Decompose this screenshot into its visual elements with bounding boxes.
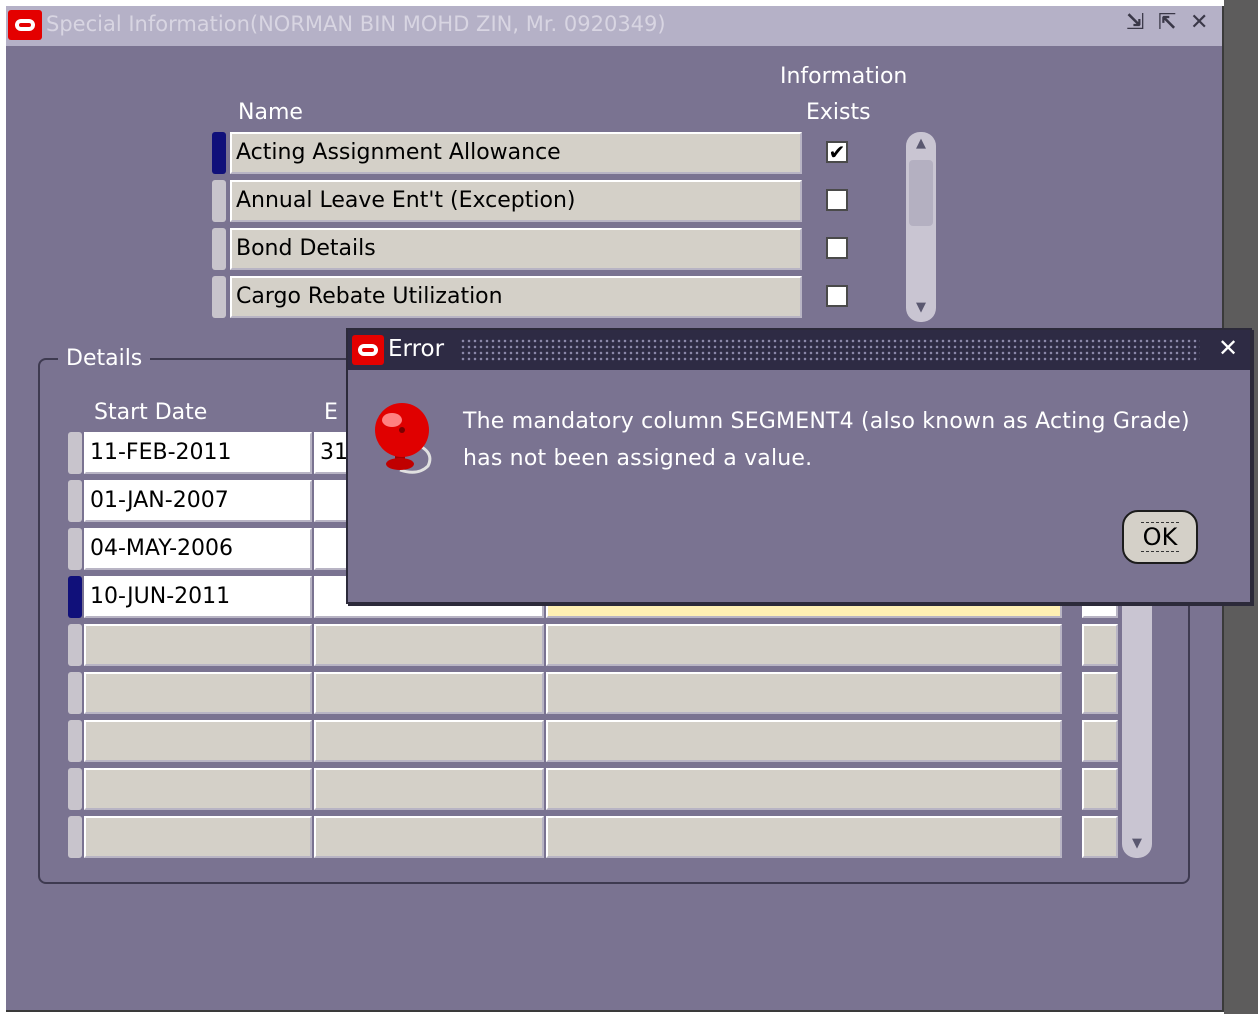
details-flag-field[interactable] xyxy=(1082,768,1118,810)
start-date-field[interactable] xyxy=(84,624,312,666)
end-date-field[interactable] xyxy=(314,624,544,666)
scroll-up-icon[interactable]: ▲ xyxy=(906,136,936,151)
start-date-field[interactable] xyxy=(84,672,312,714)
end-date-header: E xyxy=(324,400,338,425)
end-date-field[interactable] xyxy=(314,768,544,810)
start-date-field[interactable]: 11-FEB-2011 xyxy=(84,432,312,474)
row-indicator[interactable] xyxy=(68,816,82,858)
details-flag-field[interactable] xyxy=(1082,816,1118,858)
info-exists-header-line2: Exists xyxy=(806,100,871,125)
details-scrollbar[interactable] xyxy=(1122,560,1152,858)
details-description-field[interactable] xyxy=(546,672,1062,714)
start-date-field[interactable] xyxy=(84,768,312,810)
details-description-field[interactable] xyxy=(546,720,1062,762)
scroll-down-icon[interactable]: ▼ xyxy=(1122,836,1152,851)
details-flag-field[interactable] xyxy=(1082,624,1118,666)
row-indicator[interactable] xyxy=(68,768,82,810)
titlebar-grip-pattern xyxy=(460,338,1200,362)
row-indicator-current[interactable] xyxy=(212,132,226,174)
start-date-header: Start Date xyxy=(94,400,208,425)
row-indicator[interactable] xyxy=(68,480,82,522)
info-exists-checkbox[interactable] xyxy=(826,285,848,307)
special-info-name-field[interactable]: Acting Assignment Allowance xyxy=(230,132,802,174)
scroll-down-icon[interactable]: ▼ xyxy=(906,300,936,315)
details-description-field[interactable] xyxy=(546,816,1062,858)
row-indicator-current[interactable] xyxy=(68,576,82,618)
row-indicator[interactable] xyxy=(68,672,82,714)
details-description-field[interactable] xyxy=(546,768,1062,810)
maximize-icon[interactable]: ⇱ xyxy=(1158,10,1176,36)
scrollbar-thumb[interactable] xyxy=(909,160,933,226)
ok-button[interactable]: OK xyxy=(1122,510,1198,564)
info-exists-header-line1: Information xyxy=(780,64,908,89)
details-description-field[interactable] xyxy=(546,624,1062,666)
start-date-field[interactable] xyxy=(84,720,312,762)
end-date-field[interactable] xyxy=(314,816,544,858)
row-indicator[interactable] xyxy=(212,228,226,270)
alarm-bell-icon xyxy=(370,400,444,478)
row-indicator[interactable] xyxy=(68,720,82,762)
special-info-name-field[interactable]: Bond Details xyxy=(230,228,802,270)
window-title: Special Information(NORMAN BIN MOHD ZIN,… xyxy=(46,12,666,36)
end-date-field[interactable] xyxy=(314,672,544,714)
minimize-icon[interactable]: ⇲ xyxy=(1126,10,1144,36)
name-column-header: Name xyxy=(238,100,303,125)
close-icon[interactable]: ✕ xyxy=(1190,10,1208,36)
start-date-field[interactable]: 01-JAN-2007 xyxy=(84,480,312,522)
special-info-name-field[interactable]: Annual Leave Ent't (Exception) xyxy=(230,180,802,222)
start-date-field[interactable]: 04-MAY-2006 xyxy=(84,528,312,570)
row-indicator[interactable] xyxy=(68,528,82,570)
details-flag-field[interactable] xyxy=(1082,720,1118,762)
error-dialog-title: Error xyxy=(388,336,445,362)
row-indicator[interactable] xyxy=(68,432,82,474)
start-date-field[interactable]: 10-JUN-2011 xyxy=(84,576,312,618)
error-message-line1: The mandatory column SEGMENT4 (also know… xyxy=(463,409,1190,434)
ok-button-label: OK xyxy=(1140,522,1180,552)
row-indicator[interactable] xyxy=(212,180,226,222)
special-info-name-field[interactable]: Cargo Rebate Utilization xyxy=(230,276,802,318)
row-indicator[interactable] xyxy=(212,276,226,318)
oracle-logo-icon xyxy=(352,335,384,365)
info-exists-checkbox[interactable] xyxy=(826,189,848,211)
details-legend: Details xyxy=(58,346,151,371)
info-exists-checkbox[interactable]: ✔ xyxy=(826,141,848,163)
dialog-close-icon[interactable]: ✕ xyxy=(1218,334,1238,362)
end-date-field[interactable] xyxy=(314,720,544,762)
row-indicator[interactable] xyxy=(68,624,82,666)
oracle-logo-icon xyxy=(8,10,42,40)
error-message-line2: has not been assigned a value. xyxy=(463,446,813,471)
info-exists-checkbox[interactable] xyxy=(826,237,848,259)
start-date-field[interactable] xyxy=(84,816,312,858)
details-flag-field[interactable] xyxy=(1082,672,1118,714)
